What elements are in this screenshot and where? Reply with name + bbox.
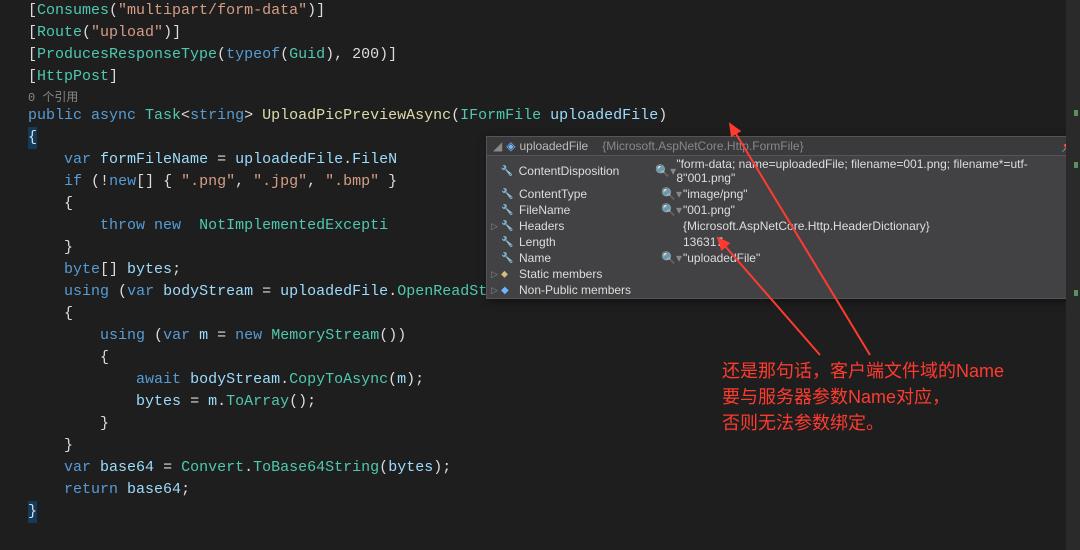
visualizer-icon[interactable]: 🔍▾ xyxy=(661,203,683,217)
prop-value: "form-data; name=uploadedFile; filename=… xyxy=(676,157,1071,185)
prop-name: Headers xyxy=(519,219,661,233)
object-icon: ◈ xyxy=(506,139,515,153)
datatip-header[interactable]: ◢ ◈ uploadedFile {Microsoft.AspNetCore.H… xyxy=(487,137,1079,156)
property-icon: 🔧 xyxy=(501,253,513,264)
code-line: public async Task<string> UploadPicPrevi… xyxy=(0,105,1080,127)
datatip-row[interactable]: ▷⬥ Static members xyxy=(487,266,1079,282)
code-line: [Route("upload")] xyxy=(0,22,1080,44)
expand-icon[interactable]: ▷ xyxy=(491,269,501,280)
expand-icon[interactable]: ▷ xyxy=(491,221,501,232)
code-line: [ProducesResponseType(typeof(Guid), 200)… xyxy=(0,44,1080,66)
datatip-row[interactable]: ▷🔧 Headers {Microsoft.AspNetCore.Http.Head… xyxy=(487,218,1079,234)
prop-name: FileName xyxy=(519,203,661,217)
expand-icon[interactable]: ▷ xyxy=(491,285,501,296)
prop-value: 136317 xyxy=(683,235,723,249)
code-line: return base64; xyxy=(0,479,1080,501)
codelens-refs[interactable]: 0 个引用 xyxy=(0,88,1080,105)
property-icon: 🔧 xyxy=(501,237,513,248)
prop-name: ContentDisposition xyxy=(519,164,656,178)
debug-datatip[interactable]: ◢ ◈ uploadedFile {Microsoft.AspNetCore.H… xyxy=(486,136,1080,299)
prop-name: Length xyxy=(519,235,661,249)
prop-value: "001.png" xyxy=(683,203,735,217)
prop-value: "uploadedFile" xyxy=(683,251,760,265)
code-line: using (var m = new MemoryStream()) xyxy=(0,325,1080,347)
prop-name: Static members xyxy=(519,267,661,281)
prop-value: {Microsoft.AspNetCore.Http.HeaderDiction… xyxy=(683,219,930,233)
visualizer-icon[interactable]: 🔍▾ xyxy=(661,251,683,265)
datatip-row[interactable]: 🔧 ContentDisposition🔍▾"form-data; name=up… xyxy=(487,156,1079,186)
datatip-row[interactable]: ▷◆ Non-Public members xyxy=(487,282,1079,298)
code-line: { xyxy=(0,303,1080,325)
annotation-text: 还是那句话，客户端文件域的Name 要与服务器参数Name对应， 否则无法参数绑… xyxy=(722,358,1004,436)
code-line: [HttpPost] xyxy=(0,66,1080,88)
datatip-row[interactable]: 🔧 Length 136317 xyxy=(487,234,1079,250)
code-line: } xyxy=(0,435,1080,457)
datatip-variable-type: {Microsoft.AspNetCore.Http.FormFile} xyxy=(602,139,803,153)
prop-name: Name xyxy=(519,251,661,265)
property-icon: ◆ xyxy=(501,285,513,296)
datatip-variable-name: uploadedFile xyxy=(519,139,588,153)
property-icon: 🔧 xyxy=(501,189,513,200)
prop-value: "image/png" xyxy=(683,187,748,201)
property-icon: 🔧 xyxy=(501,166,513,177)
property-icon: 🔧 xyxy=(501,221,513,232)
property-icon: 🔧 xyxy=(501,205,513,216)
datatip-row[interactable]: 🔧 Name🔍▾"uploadedFile" xyxy=(487,250,1079,266)
scroll-marker-bar[interactable] xyxy=(1066,0,1080,550)
property-icon: ⬥ xyxy=(501,269,513,280)
code-line: } xyxy=(0,501,1080,523)
visualizer-icon[interactable]: 🔍▾ xyxy=(655,164,676,178)
caret-icon[interactable]: ◢ xyxy=(493,139,502,153)
code-editor[interactable]: [Consumes("multipart/form-data")] [Route… xyxy=(0,0,1080,550)
prop-name: Non-Public members xyxy=(519,283,661,297)
code-line: var base64 = Convert.ToBase64String(byte… xyxy=(0,457,1080,479)
code-line: [Consumes("multipart/form-data")] xyxy=(0,0,1080,22)
visualizer-icon[interactable]: 🔍▾ xyxy=(661,187,683,201)
prop-name: ContentType xyxy=(519,187,661,201)
datatip-row[interactable]: 🔧 FileName🔍▾"001.png" xyxy=(487,202,1079,218)
datatip-row[interactable]: 🔧 ContentType🔍▾"image/png" xyxy=(487,186,1079,202)
